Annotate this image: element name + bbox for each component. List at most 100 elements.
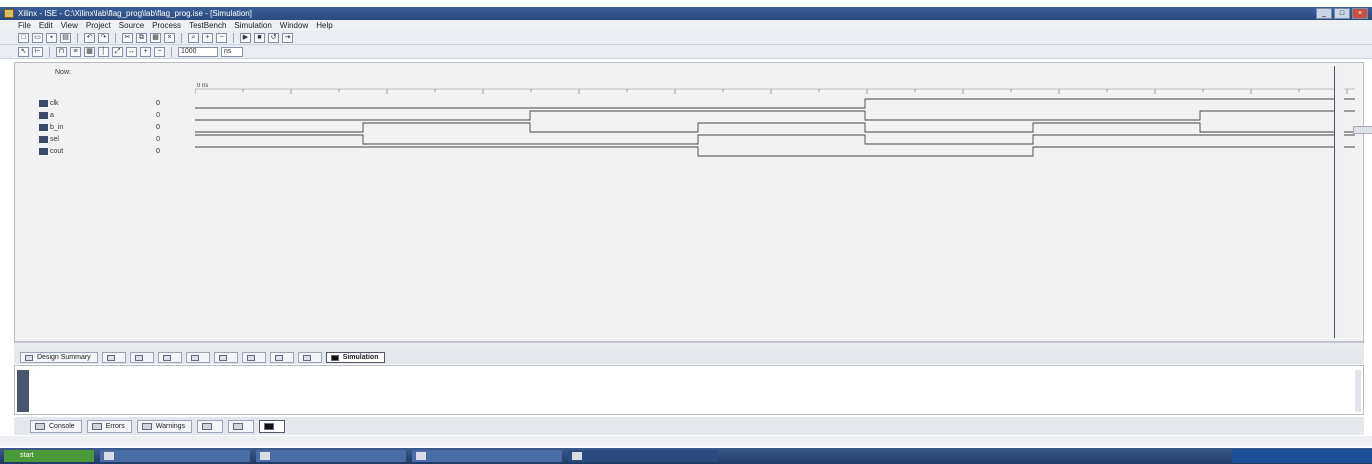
maximize-button[interactable]: □ xyxy=(1334,8,1350,19)
signal-name: clk xyxy=(50,99,59,107)
taskbar-item[interactable] xyxy=(412,450,562,462)
menu-window[interactable]: Window xyxy=(280,20,308,31)
minimize-button[interactable]: _ xyxy=(1316,8,1332,19)
menu-source[interactable]: Source xyxy=(119,20,144,31)
console-panel xyxy=(14,365,1364,415)
file-icon xyxy=(302,354,311,361)
signal-trace xyxy=(195,134,1355,145)
restart-icon[interactable]: ↺ xyxy=(268,32,279,43)
app-icon xyxy=(4,9,14,18)
report-icon xyxy=(190,354,199,361)
toolbar-separator xyxy=(77,32,78,43)
signal-value: 0 xyxy=(156,123,160,131)
remove-icon[interactable]: − xyxy=(154,46,165,57)
stop-icon[interactable]: ■ xyxy=(254,32,265,43)
new-icon[interactable]: □ xyxy=(18,32,29,43)
menu-process[interactable]: Process xyxy=(152,20,181,31)
tab-errors[interactable]: Errors xyxy=(86,419,132,433)
undo-icon[interactable]: ↶ xyxy=(84,32,95,43)
signal-value: 0 xyxy=(156,135,160,143)
start-button[interactable]: start xyxy=(4,450,94,462)
toolbar-separator xyxy=(233,32,234,43)
tab-document[interactable] xyxy=(157,351,182,363)
signal-trace xyxy=(195,110,1355,121)
copy-icon[interactable]: ⧉ xyxy=(136,32,147,43)
toolbar-separator xyxy=(115,32,116,43)
waveform-area[interactable]: 0 ns xyxy=(195,83,1360,338)
console-scrollbar[interactable] xyxy=(1355,370,1361,412)
print-icon[interactable]: ▤ xyxy=(60,32,71,43)
tab-console-other[interactable] xyxy=(228,419,255,433)
tab-document[interactable] xyxy=(241,351,266,363)
menu-project[interactable]: Project xyxy=(86,20,111,31)
pointer-icon[interactable]: ↖ xyxy=(18,46,29,57)
signal-name: sel xyxy=(50,135,59,143)
toolbar-separator xyxy=(181,32,182,43)
tab-sim-console[interactable] xyxy=(259,419,286,433)
menu-testbench[interactable]: TestBench xyxy=(189,20,226,31)
signal-value: 0 xyxy=(156,99,160,107)
menu-simulation[interactable]: Simulation xyxy=(234,20,271,31)
tab-document[interactable] xyxy=(297,351,322,363)
tab-document[interactable] xyxy=(101,351,126,363)
paste-icon[interactable]: ▦ xyxy=(150,32,161,43)
signal-row[interactable]: sel 0 xyxy=(39,133,189,145)
add-icon[interactable]: + xyxy=(140,46,151,57)
tab-document[interactable] xyxy=(269,351,294,363)
tab-console-other[interactable] xyxy=(197,419,224,433)
sim-console-icon xyxy=(264,422,275,430)
sim-time-input[interactable]: 1000 xyxy=(178,46,218,57)
taskbar-item[interactable] xyxy=(568,450,718,462)
signal-row[interactable]: clk 0 xyxy=(39,97,189,109)
zoom-out-icon[interactable]: − xyxy=(216,32,227,43)
signal-trace xyxy=(195,98,1355,109)
tab-document[interactable] xyxy=(185,351,210,363)
wave-vertical-scrollbar[interactable] xyxy=(1334,66,1344,338)
tab-console[interactable]: Console xyxy=(30,419,82,433)
search-icon xyxy=(233,422,244,430)
menu-file[interactable]: File xyxy=(18,20,31,31)
redo-icon[interactable]: ↷ xyxy=(98,32,109,43)
save-icon[interactable]: ▪ xyxy=(46,32,57,43)
time-label: 0 ns xyxy=(197,83,208,89)
grid-icon[interactable]: ▦ xyxy=(84,46,95,57)
toolbar-separator xyxy=(171,46,172,57)
waveform-icon[interactable]: ⊓ xyxy=(56,46,67,57)
tab-document[interactable] xyxy=(213,351,238,363)
tab-document[interactable] xyxy=(129,351,154,363)
measure-icon[interactable]: ↔ xyxy=(126,46,137,57)
tab-simulation[interactable]: Simulation xyxy=(325,351,386,363)
menu-edit[interactable]: Edit xyxy=(39,20,53,31)
cut-icon[interactable]: ✂ xyxy=(122,32,133,43)
window-icon xyxy=(416,452,426,460)
tab-design-summary[interactable]: Design Summary xyxy=(20,351,98,363)
zoom-in-icon[interactable]: + xyxy=(202,32,213,43)
taskbar-item[interactable] xyxy=(256,450,406,462)
title-bar: Xilinx - ISE - C:\Xilinx\lab\flag_prog\l… xyxy=(0,7,1372,20)
open-icon[interactable]: ▭ xyxy=(32,32,43,43)
marker-icon[interactable]: ⊢ xyxy=(32,46,43,57)
delete-icon[interactable]: × xyxy=(164,32,175,43)
signal-row[interactable]: a 0 xyxy=(39,109,189,121)
tab-label: Console xyxy=(49,422,75,430)
find-icon[interactable]: ⌕ xyxy=(188,32,199,43)
taskbar-item[interactable] xyxy=(100,450,250,462)
signal-row[interactable]: b_in 0 xyxy=(39,121,189,133)
bus-icon[interactable]: ≡ xyxy=(70,46,81,57)
step-icon[interactable]: ⇥ xyxy=(282,32,293,43)
menu-view[interactable]: View xyxy=(61,20,78,31)
close-button[interactable]: × xyxy=(1352,8,1368,19)
menu-help[interactable]: Help xyxy=(316,20,332,31)
sim-time-unit[interactable]: ns xyxy=(221,46,243,57)
signal-icon xyxy=(39,111,48,119)
wave-horizontal-scrollbar[interactable] xyxy=(14,342,1364,350)
signal-row[interactable]: cout 0 xyxy=(39,145,189,157)
run-icon[interactable]: ▶ xyxy=(240,32,251,43)
zoom-fit-icon[interactable]: ⤢ xyxy=(112,46,123,57)
signal-value: 0 xyxy=(156,147,160,155)
waveform-graph[interactable]: 0 ns xyxy=(195,83,1355,333)
cursor-icon[interactable]: │ xyxy=(98,46,109,57)
window-icon xyxy=(260,452,270,460)
tab-warnings[interactable]: Warnings xyxy=(136,419,193,433)
file-icon xyxy=(106,354,115,361)
